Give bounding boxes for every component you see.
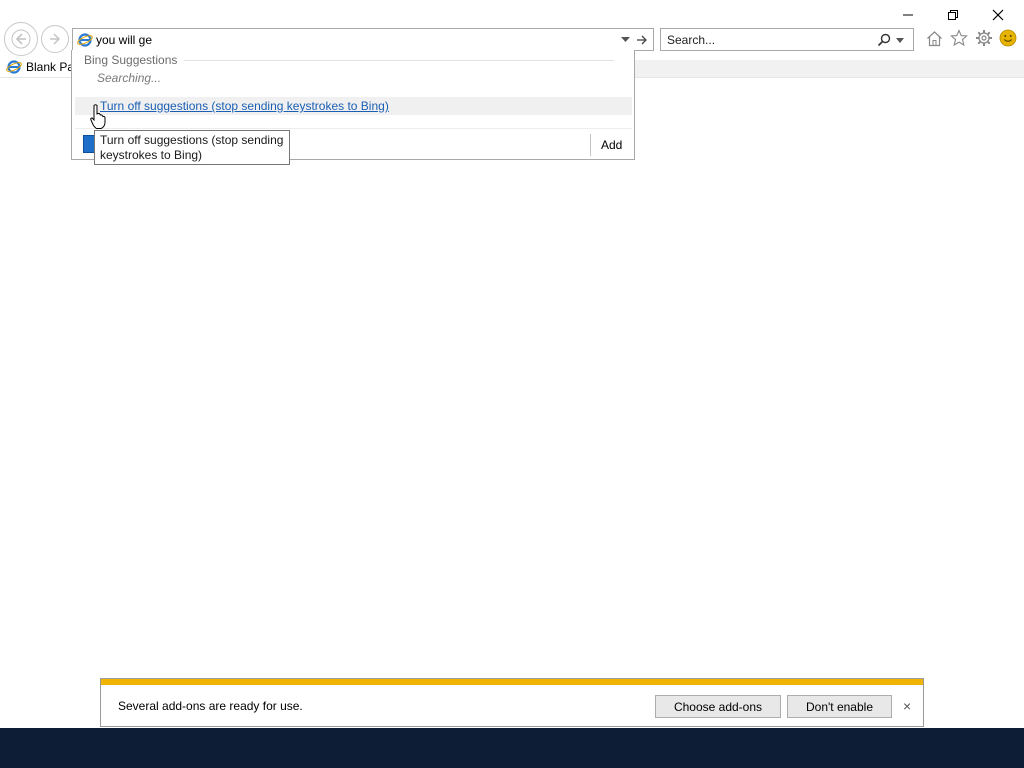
tooltip: Turn off suggestions (stop sending keyst…: [94, 130, 290, 165]
restore-icon: [948, 10, 958, 20]
taskbar: [0, 728, 1024, 768]
search-input[interactable]: [667, 31, 867, 48]
minimize-button[interactable]: [886, 4, 930, 26]
choose-add-ons-button[interactable]: Choose add-ons: [655, 695, 781, 718]
divider: [75, 128, 632, 129]
arrow-right-icon[interactable]: [636, 34, 648, 46]
address-bar[interactable]: [72, 28, 654, 51]
close-window-button[interactable]: [976, 4, 1020, 26]
back-button[interactable]: [4, 22, 38, 56]
notification-accent-strip: [101, 679, 923, 685]
forward-arrow-icon: [50, 33, 61, 45]
back-arrow-icon: [11, 29, 31, 49]
suggestions-header: Bing Suggestions: [84, 53, 178, 67]
close-notification-icon[interactable]: ×: [903, 699, 911, 713]
tooltip-line: Turn off suggestions (stop sending: [100, 133, 284, 147]
turn-off-suggestions-link[interactable]: Turn off suggestions (stop sending keyst…: [100, 99, 389, 113]
chevron-down-icon[interactable]: [896, 38, 904, 43]
home-icon[interactable]: [926, 30, 943, 47]
notification-bar: Several add-ons are ready for use. Choos…: [100, 678, 924, 727]
tab-strip-empty-area[interactable]: [634, 60, 1024, 77]
forward-button[interactable]: [41, 25, 69, 53]
minimize-icon: [903, 14, 913, 16]
feedback-smiley-icon[interactable]: [999, 29, 1017, 47]
address-input[interactable]: [96, 31, 616, 48]
dont-enable-button[interactable]: Don't enable: [787, 695, 892, 718]
tab-title: Blank Pa: [26, 60, 75, 74]
notification-message: Several add-ons are ready for use.: [118, 699, 303, 713]
add-search-provider-button[interactable]: Add: [601, 138, 622, 152]
divider: [590, 134, 591, 156]
favorites-star-icon[interactable]: [950, 29, 968, 47]
search-box[interactable]: [660, 28, 914, 51]
restore-button[interactable]: [931, 4, 975, 26]
hand-cursor-icon: [90, 104, 106, 129]
tools-gear-icon[interactable]: [975, 29, 993, 47]
divider: [184, 60, 614, 61]
turn-off-suggestions-row[interactable]: Turn off suggestions (stop sending keyst…: [75, 97, 632, 115]
magnifier-icon[interactable]: [877, 33, 891, 47]
chevron-down-icon[interactable]: [621, 37, 630, 43]
ie-page-icon: [77, 33, 93, 47]
tab-blank-page[interactable]: Blank Pa: [2, 57, 74, 77]
tooltip-line: keystrokes to Bing): [100, 148, 203, 162]
close-icon: [992, 9, 1004, 21]
ie-page-icon: [6, 60, 22, 74]
suggestions-status: Searching...: [97, 71, 162, 85]
